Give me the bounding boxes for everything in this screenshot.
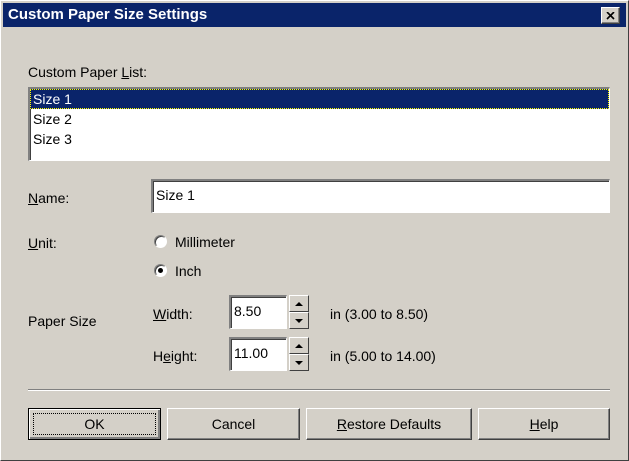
width-label: Width: (153, 306, 193, 322)
list-item[interactable]: Size 2 (30, 109, 609, 129)
height-label: Height: (153, 348, 198, 364)
custom-paper-size-dialog: Custom Paper Size Settings Custom Paper … (0, 0, 629, 461)
paper-list-label: Custom Paper List: (28, 64, 148, 80)
focus-rectangle (33, 413, 156, 435)
height-field[interactable]: 11.00 (229, 337, 287, 371)
height-decrement-button[interactable] (289, 354, 309, 371)
width-decrement-button[interactable] (289, 312, 309, 329)
separator (28, 389, 610, 391)
paper-size-label: Paper Size (28, 313, 97, 329)
height-spinner[interactable] (289, 337, 309, 371)
close-button[interactable] (601, 7, 620, 24)
unit-label: Unit: (28, 235, 57, 251)
width-increment-button[interactable] (289, 295, 309, 312)
radio-checked-dot (158, 268, 163, 273)
list-item[interactable]: Size 3 (30, 129, 609, 149)
ok-button[interactable]: OK (28, 408, 161, 440)
height-increment-button[interactable] (289, 337, 309, 354)
restore-defaults-button[interactable]: Restore Defaults (306, 408, 472, 440)
arrow-up-icon (295, 301, 303, 306)
help-button[interactable]: Help (478, 408, 610, 440)
unit-inch-radio[interactable] (154, 264, 167, 277)
cancel-button[interactable]: Cancel (167, 408, 300, 440)
unit-inch-label[interactable]: Inch (175, 263, 201, 279)
width-spinner[interactable] (289, 295, 309, 329)
arrow-up-icon (295, 343, 303, 348)
list-item[interactable]: Size 1 (30, 89, 609, 109)
title-bar[interactable]: Custom Paper Size Settings (3, 3, 626, 27)
unit-millimeter-radio[interactable] (154, 235, 167, 248)
window-title: Custom Paper Size Settings (8, 6, 208, 23)
width-range-label: in (3.00 to 8.50) (330, 306, 429, 322)
height-range-label: in (5.00 to 14.00) (330, 348, 436, 364)
paper-listbox[interactable]: Size 1 Size 2 Size 3 (28, 87, 610, 161)
restore-defaults-button-label: Restore Defaults (336, 416, 442, 432)
name-field[interactable]: Size 1 (151, 179, 610, 213)
close-icon (606, 11, 615, 20)
unit-millimeter-label[interactable]: Millimeter (175, 234, 235, 250)
arrow-down-icon (295, 318, 303, 323)
width-field[interactable]: 8.50 (229, 295, 287, 329)
cancel-button-label: Cancel (211, 416, 256, 432)
name-label: Name: (28, 190, 70, 206)
help-button-label: Help (529, 416, 559, 432)
arrow-down-icon (295, 360, 303, 365)
